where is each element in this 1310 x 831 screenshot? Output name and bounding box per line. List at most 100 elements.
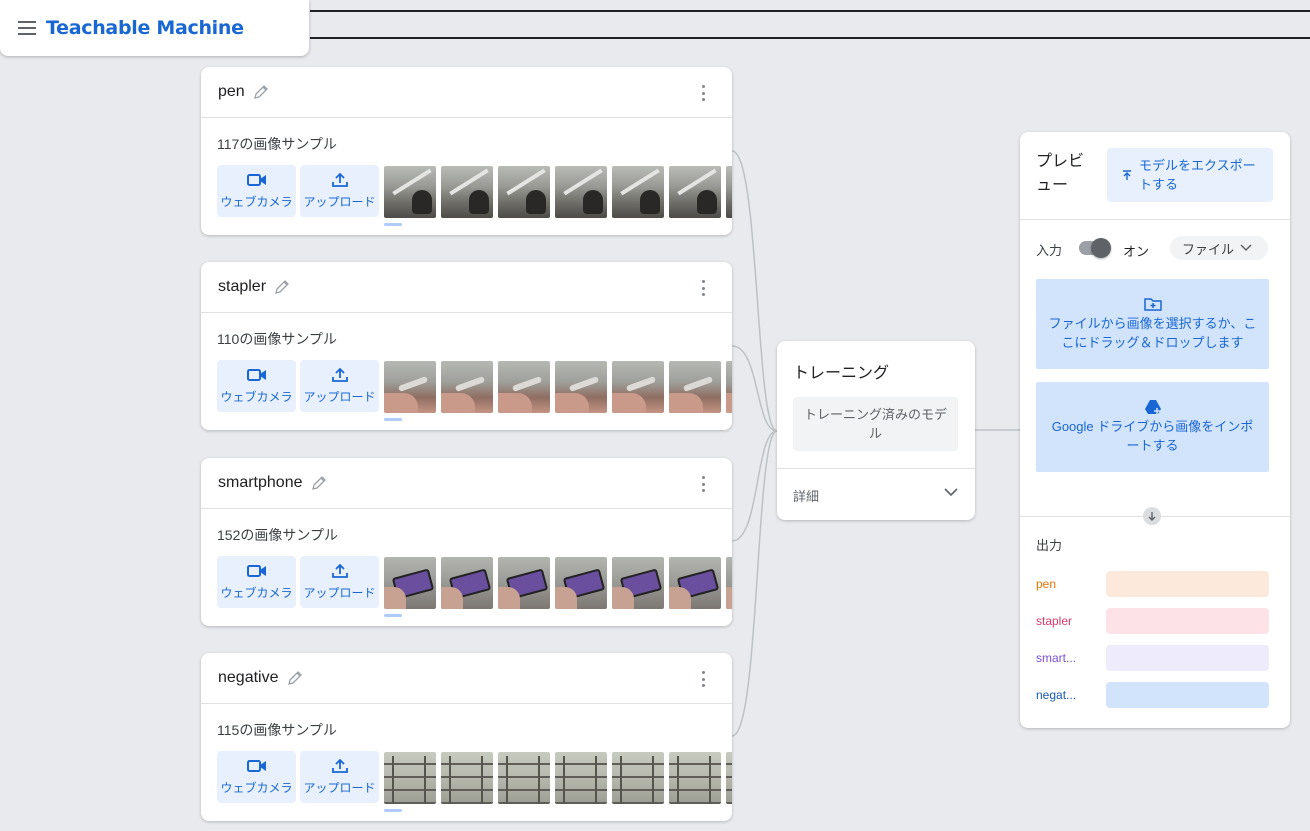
sample-thumbnail[interactable]	[669, 361, 721, 413]
class-name[interactable]: stapler	[218, 278, 266, 296]
sample-thumbnail[interactable]	[555, 361, 607, 413]
upload-button[interactable]: アップロード	[300, 751, 379, 803]
input-source-select[interactable]: ファイル	[1170, 236, 1268, 260]
sample-thumbnail[interactable]	[441, 166, 493, 218]
pencil-icon[interactable]	[253, 84, 269, 100]
sample-thumbnail[interactable]	[612, 166, 664, 218]
app-title[interactable]: Teachable Machine	[46, 17, 244, 39]
sample-count: 117の画像サンプル	[217, 136, 337, 152]
upload-icon	[331, 367, 348, 382]
google-drive-import[interactable]: Google ドライブから画像をインポートする	[1036, 382, 1269, 472]
output-class-label: stapler	[1036, 614, 1073, 628]
output-label: 出力	[1036, 538, 1063, 553]
sample-thumbnail[interactable]	[498, 166, 550, 218]
output-row: pen	[1036, 571, 1269, 597]
top-rule-2	[310, 37, 1310, 39]
top-rule-1	[310, 10, 1310, 12]
confidence-bar	[1106, 645, 1269, 671]
sample-thumbnail[interactable]	[384, 361, 436, 413]
sample-thumbnail[interactable]	[726, 166, 732, 218]
train-model-button[interactable]: トレーニング済みのモデル	[793, 397, 958, 451]
confidence-bar	[1106, 571, 1269, 597]
export-model-button[interactable]: モデルをエクスポートする	[1107, 148, 1273, 202]
upload-icon	[331, 563, 348, 578]
sample-thumbnails[interactable]	[384, 361, 732, 413]
input-label: 入力	[1036, 243, 1063, 258]
thumbnail-scroll-indicator[interactable]	[384, 809, 402, 812]
menu-icon[interactable]	[18, 21, 36, 35]
class-card: stapler 110の画像サンプルウェブカメラ アップロード	[201, 262, 732, 430]
more-vert-icon[interactable]	[696, 671, 710, 687]
pencil-icon[interactable]	[287, 670, 303, 686]
sample-thumbnail[interactable]	[498, 752, 550, 804]
sample-thumbnail[interactable]	[726, 557, 732, 609]
sample-thumbnail[interactable]	[726, 361, 732, 413]
webcam-button[interactable]: ウェブカメラ	[217, 556, 296, 608]
webcam-label: ウェブカメラ	[220, 195, 293, 209]
sample-thumbnail[interactable]	[669, 557, 721, 609]
class-card: pen 117の画像サンプル ウェブカメラ アップロード	[201, 67, 732, 235]
sample-thumbnails[interactable]	[384, 557, 732, 609]
pencil-icon[interactable]	[274, 279, 290, 295]
class-card: negative 115の画像サンプル ウェブカメラ アップロード	[201, 653, 732, 821]
thumbnail-scroll-indicator[interactable]	[384, 614, 402, 617]
arrow-down-icon	[1143, 507, 1161, 525]
sample-thumbnail[interactable]	[669, 752, 721, 804]
pencil-icon[interactable]	[311, 475, 327, 491]
training-title: トレーニング	[793, 365, 890, 382]
more-vert-icon[interactable]	[696, 476, 710, 492]
export-icon	[1123, 170, 1131, 180]
sample-thumbnail[interactable]	[612, 361, 664, 413]
preview-card: プレビュー モデルをエクスポートする 入力 オン ファイル ファイルから画像を選…	[1020, 132, 1290, 728]
sample-thumbnail[interactable]	[612, 557, 664, 609]
sample-thumbnail[interactable]	[669, 166, 721, 218]
sample-thumbnail[interactable]	[441, 361, 493, 413]
webcam-button[interactable]: ウェブカメラ	[217, 360, 296, 412]
upload-label: アップロード	[303, 195, 376, 209]
sample-thumbnail[interactable]	[441, 752, 493, 804]
upload-icon	[331, 172, 348, 187]
sample-thumbnail[interactable]	[384, 557, 436, 609]
sample-thumbnail[interactable]	[726, 752, 732, 804]
more-vert-icon[interactable]	[696, 280, 710, 296]
thumbnail-scroll-indicator[interactable]	[384, 223, 402, 226]
sample-thumbnail[interactable]	[555, 557, 607, 609]
sample-thumbnails[interactable]	[384, 166, 732, 218]
advanced-toggle-label[interactable]: 詳細	[793, 486, 819, 505]
sample-thumbnail[interactable]	[384, 752, 436, 804]
upload-icon	[331, 758, 348, 773]
chevron-down-icon[interactable]	[943, 486, 959, 498]
divider	[1020, 219, 1290, 220]
webcam-button[interactable]: ウェブカメラ	[217, 751, 296, 803]
sample-thumbnail[interactable]	[555, 166, 607, 218]
upload-button[interactable]: アップロード	[300, 360, 379, 412]
sample-thumbnails[interactable]	[384, 752, 732, 804]
sample-thumbnail[interactable]	[612, 752, 664, 804]
upload-button[interactable]: アップロード	[300, 165, 379, 217]
class-header: smartphone	[201, 458, 732, 509]
class-name[interactable]: negative	[218, 669, 279, 687]
input-toggle[interactable]	[1079, 238, 1111, 258]
class-name[interactable]: pen	[218, 83, 245, 101]
upload-label: アップロード	[303, 586, 376, 600]
thumbnail-scroll-indicator[interactable]	[384, 418, 402, 421]
sample-count: 110の画像サンプル	[217, 331, 337, 347]
upload-button[interactable]: アップロード	[300, 556, 379, 608]
sample-thumbnail[interactable]	[498, 361, 550, 413]
sample-thumbnail[interactable]	[555, 752, 607, 804]
output-row: stapler	[1036, 608, 1269, 634]
videocam-icon	[246, 174, 266, 186]
sample-thumbnail[interactable]	[498, 557, 550, 609]
confidence-bar	[1106, 608, 1269, 634]
sample-thumbnail[interactable]	[384, 166, 436, 218]
output-class-label: pen	[1036, 577, 1057, 591]
file-drop-zone[interactable]: ファイルから画像を選択するか、ここにドラッグ＆ドロップします	[1036, 279, 1269, 369]
google-drive-icon	[1144, 400, 1161, 414]
webcam-button[interactable]: ウェブカメラ	[217, 165, 296, 217]
class-name[interactable]: smartphone	[218, 474, 303, 492]
sample-thumbnail[interactable]	[441, 557, 493, 609]
output-class-label: smart...	[1036, 651, 1077, 665]
upload-label: アップロード	[303, 390, 376, 404]
more-vert-icon[interactable]	[696, 85, 710, 101]
training-card: トレーニング トレーニング済みのモデル 詳細	[777, 341, 975, 520]
